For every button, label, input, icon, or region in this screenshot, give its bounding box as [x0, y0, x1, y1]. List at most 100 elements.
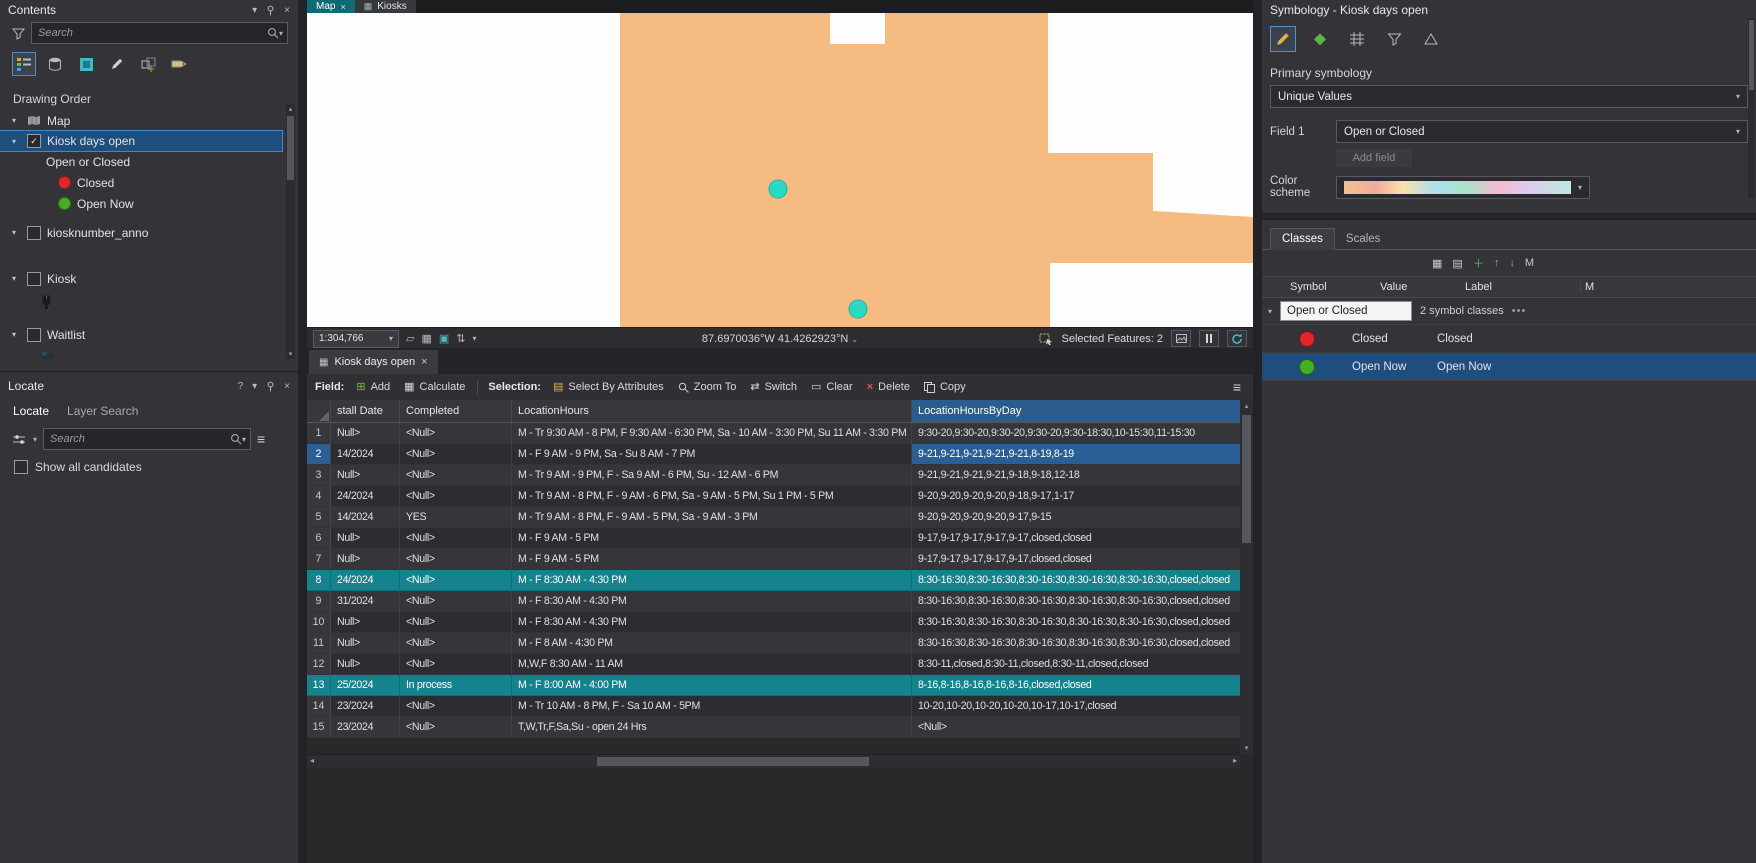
row-number[interactable]: 7	[307, 549, 331, 570]
table-row[interactable]: 15 23/2024 <Null> T,W,Tr,F,Sa,Su - open 24 …	[307, 717, 1264, 738]
expand-icon[interactable]: ▾	[12, 228, 21, 237]
row-number[interactable]: 11	[307, 633, 331, 654]
list-by-data-source-icon[interactable]	[43, 52, 67, 76]
cell-location-hours[interactable]: T,W,Tr,F,Sa,Su - open 24 Hrs	[512, 717, 912, 738]
cell-completed[interactable]: <Null>	[400, 549, 512, 570]
layer-checkbox-unchecked[interactable]	[27, 327, 41, 342]
cell-location-hours-by-day[interactable]: 8:30-16:30,8:30-16:30,8:30-16:30,8:30-16…	[912, 612, 1257, 633]
scroll-left-icon[interactable]: ◂	[310, 756, 314, 765]
contents-scrollbar[interactable]: ▴ ▾	[286, 104, 295, 359]
cell-location-hours-by-day[interactable]: 9-20,9-20,9-20,9-20,9-17,9-15	[912, 507, 1257, 528]
pane-menu-icon[interactable]: ▾	[252, 381, 257, 392]
chevron-down-icon[interactable]: ▾	[1268, 307, 1272, 316]
table-row-selected[interactable]: 13 25/2024 In process M - F 8:00 AM - 4:00 …	[307, 675, 1264, 696]
symbol-layer-drawing-icon[interactable]	[1344, 26, 1370, 52]
overview-icon[interactable]	[1171, 330, 1191, 347]
cell-location-hours-by-day[interactable]: 9-21,9-21,9-21,9-21,9-18,9-18,12-18	[912, 465, 1257, 486]
list-by-snapping-icon[interactable]	[136, 52, 160, 76]
list-by-drawing-order-icon[interactable]	[12, 52, 36, 76]
select-all-corner[interactable]	[307, 400, 331, 422]
cell-install-date[interactable]: 14/2024	[331, 507, 400, 528]
label-cell[interactable]: Open Now	[1437, 361, 1756, 373]
pause-drawing-icon[interactable]	[1199, 330, 1219, 347]
dock-splitter[interactable]	[1253, 0, 1262, 863]
cell-install-date[interactable]: Null>	[331, 633, 400, 654]
table-row[interactable]: 10 Null> <Null> M - F 8:30 AM - 4:30 PM 8:30…	[307, 612, 1264, 633]
cell-location-hours[interactable]: M - Tr 10 AM - 8 PM, F - Sa 10 AM - 5PM	[512, 696, 912, 717]
cell-completed[interactable]: <Null>	[400, 591, 512, 612]
locate-settings-icon[interactable]	[12, 433, 27, 446]
row-number[interactable]: 10	[307, 612, 331, 633]
navigation-icon[interactable]: ⇅	[456, 332, 465, 345]
scale-select[interactable]: 1:304,766 ▾	[313, 329, 399, 348]
pin-icon[interactable]	[266, 381, 275, 392]
tree-item-kiosk-days-open[interactable]: ▾ ✓ Kiosk days open	[0, 130, 283, 152]
legend-item-open-now[interactable]: Open Now	[0, 193, 298, 214]
layer-checkbox-checked[interactable]: ✓	[27, 134, 41, 148]
list-by-labeling-icon[interactable]	[167, 52, 191, 76]
row-number[interactable]: 14	[307, 696, 331, 717]
symbology-scrollbar[interactable]	[1748, 18, 1755, 198]
column-header-location-hours-by-day[interactable]: LocationHoursByDay▾	[912, 400, 1257, 422]
legend-item-closed[interactable]: Closed	[0, 172, 298, 193]
column-header-completed[interactable]: Completed	[400, 400, 512, 422]
table-row[interactable]: 5 14/2024 YES M - Tr 9 AM - 8 PM, F - 9 AM …	[307, 507, 1264, 528]
cell-install-date[interactable]: Null>	[331, 549, 400, 570]
table-row[interactable]: 1 Null> <Null> M - Tr 9:30 AM - 8 PM, F 9:3…	[307, 423, 1264, 444]
row-number[interactable]: 9	[307, 591, 331, 612]
add-field-button[interactable]: Add field	[1336, 149, 1412, 167]
cell-location-hours[interactable]: M - F 9 AM - 5 PM	[512, 528, 912, 549]
cell-completed[interactable]: <Null>	[400, 465, 512, 486]
cell-install-date[interactable]: Null>	[331, 465, 400, 486]
cell-install-date[interactable]: Null>	[331, 612, 400, 633]
expand-icon[interactable]: ▾	[12, 116, 21, 125]
primary-symbology-icon[interactable]	[1270, 26, 1296, 52]
cell-location-hours[interactable]: M - Tr 9 AM - 8 PM, F - 9 AM - 5 PM, Sa …	[512, 507, 912, 528]
refresh-icon[interactable]	[1227, 330, 1247, 347]
cell-location-hours-by-day[interactable]: 10-20,10-20,10-20,10-20,10-17,10-17,clos…	[912, 696, 1257, 717]
help-icon[interactable]: ?	[238, 381, 244, 392]
scrollbar-thumb[interactable]	[1242, 415, 1251, 543]
cell-install-date[interactable]: Null>	[331, 654, 400, 675]
cell-location-hours-by-day[interactable]: 8:30-16:30,8:30-16:30,8:30-16:30,8:30-16…	[912, 633, 1257, 654]
advanced-symbology-icon[interactable]	[1418, 26, 1444, 52]
row-number[interactable]: 2	[307, 444, 331, 465]
tree-item-kiosk[interactable]: ▾ Kiosk	[0, 268, 298, 289]
cell-completed[interactable]: <Null>	[400, 654, 512, 675]
tab-classes[interactable]: Classes	[1270, 228, 1335, 250]
tree-item-map[interactable]: ▾ Map	[0, 110, 298, 131]
view-tab-kiosks[interactable]: ▦ Kiosks	[354, 0, 416, 13]
cell-location-hours-by-day[interactable]: 8:30-16:30,8:30-16:30,8:30-16:30,8:30-16…	[912, 570, 1257, 591]
select-tool-icon[interactable]: ▱	[406, 332, 414, 345]
chevron-down-icon[interactable]: ▾	[1736, 127, 1740, 136]
cell-location-hours-by-day[interactable]: 8-16,8-16,8-16,8-16,8-16,closed,closed	[912, 675, 1257, 696]
table-row[interactable]: 12 Null> <Null> M,W,F 8:30 AM - 11 AM 8:30-1…	[307, 654, 1264, 675]
symbol-cell[interactable]	[1262, 330, 1352, 347]
map-canvas[interactable]	[307, 13, 1253, 327]
cell-completed[interactable]: <Null>	[400, 486, 512, 507]
symbol-cell[interactable]	[1262, 358, 1352, 375]
cell-completed[interactable]: <Null>	[400, 717, 512, 738]
color-scheme-select[interactable]: ▾	[1336, 175, 1590, 199]
value-cell[interactable]: Open Now	[1352, 361, 1437, 373]
cell-location-hours-by-day[interactable]: <Null>	[912, 717, 1257, 738]
list-by-selection-icon[interactable]	[74, 52, 98, 76]
snapping-icon[interactable]: ▣	[439, 332, 449, 345]
table-vertical-scrollbar[interactable]: ▴ ▾	[1240, 400, 1253, 754]
column-header-value[interactable]: Value	[1380, 281, 1465, 293]
cell-install-date[interactable]: 24/2024	[331, 486, 400, 507]
switch-selection-button[interactable]: ⇄ Switch	[748, 379, 799, 395]
add-value-icon[interactable]: ＋	[1473, 255, 1484, 271]
expand-icon[interactable]: ▾	[12, 330, 21, 339]
cell-completed[interactable]: <Null>	[400, 528, 512, 549]
chevron-down-icon[interactable]: ▾	[33, 435, 37, 444]
scrollbar-thumb[interactable]	[287, 116, 294, 180]
contents-search[interactable]: ▾	[31, 22, 288, 44]
classes-group-row[interactable]: ▾ Open or Closed 2 symbol classes •••	[1262, 298, 1756, 325]
group-more-icon[interactable]: •••	[1512, 305, 1527, 317]
value-cell[interactable]: Closed	[1352, 333, 1437, 345]
cell-location-hours[interactable]: M - F 9 AM - 9 PM, Sa - Su 8 AM - 7 PM	[512, 444, 912, 465]
move-down-icon[interactable]: ↓	[1509, 257, 1515, 269]
chevron-down-icon[interactable]: ▾	[1578, 183, 1582, 192]
row-number[interactable]: 15	[307, 717, 331, 738]
